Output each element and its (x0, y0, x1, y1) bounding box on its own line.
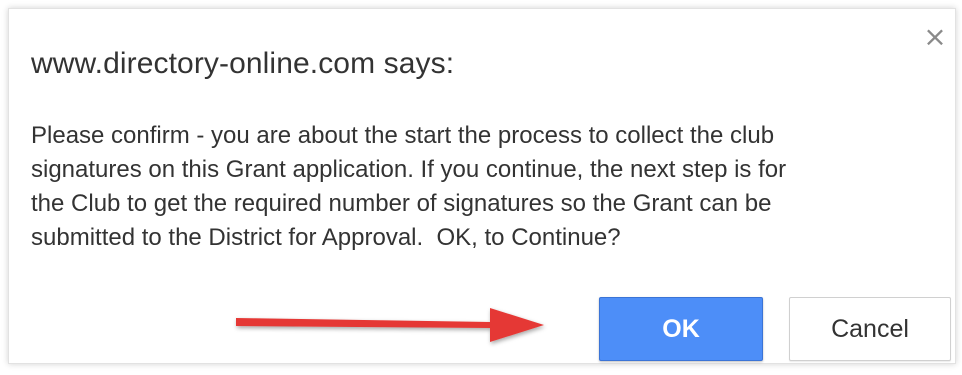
cancel-button[interactable]: Cancel (789, 297, 951, 361)
close-icon[interactable]: × (921, 23, 949, 51)
dialog-message: Please confirm - you are about the start… (31, 122, 787, 251)
red-arrow-icon (236, 308, 544, 342)
ok-button[interactable]: OK (599, 297, 763, 361)
dialog-title: www.directory-online.com says: (31, 47, 455, 80)
